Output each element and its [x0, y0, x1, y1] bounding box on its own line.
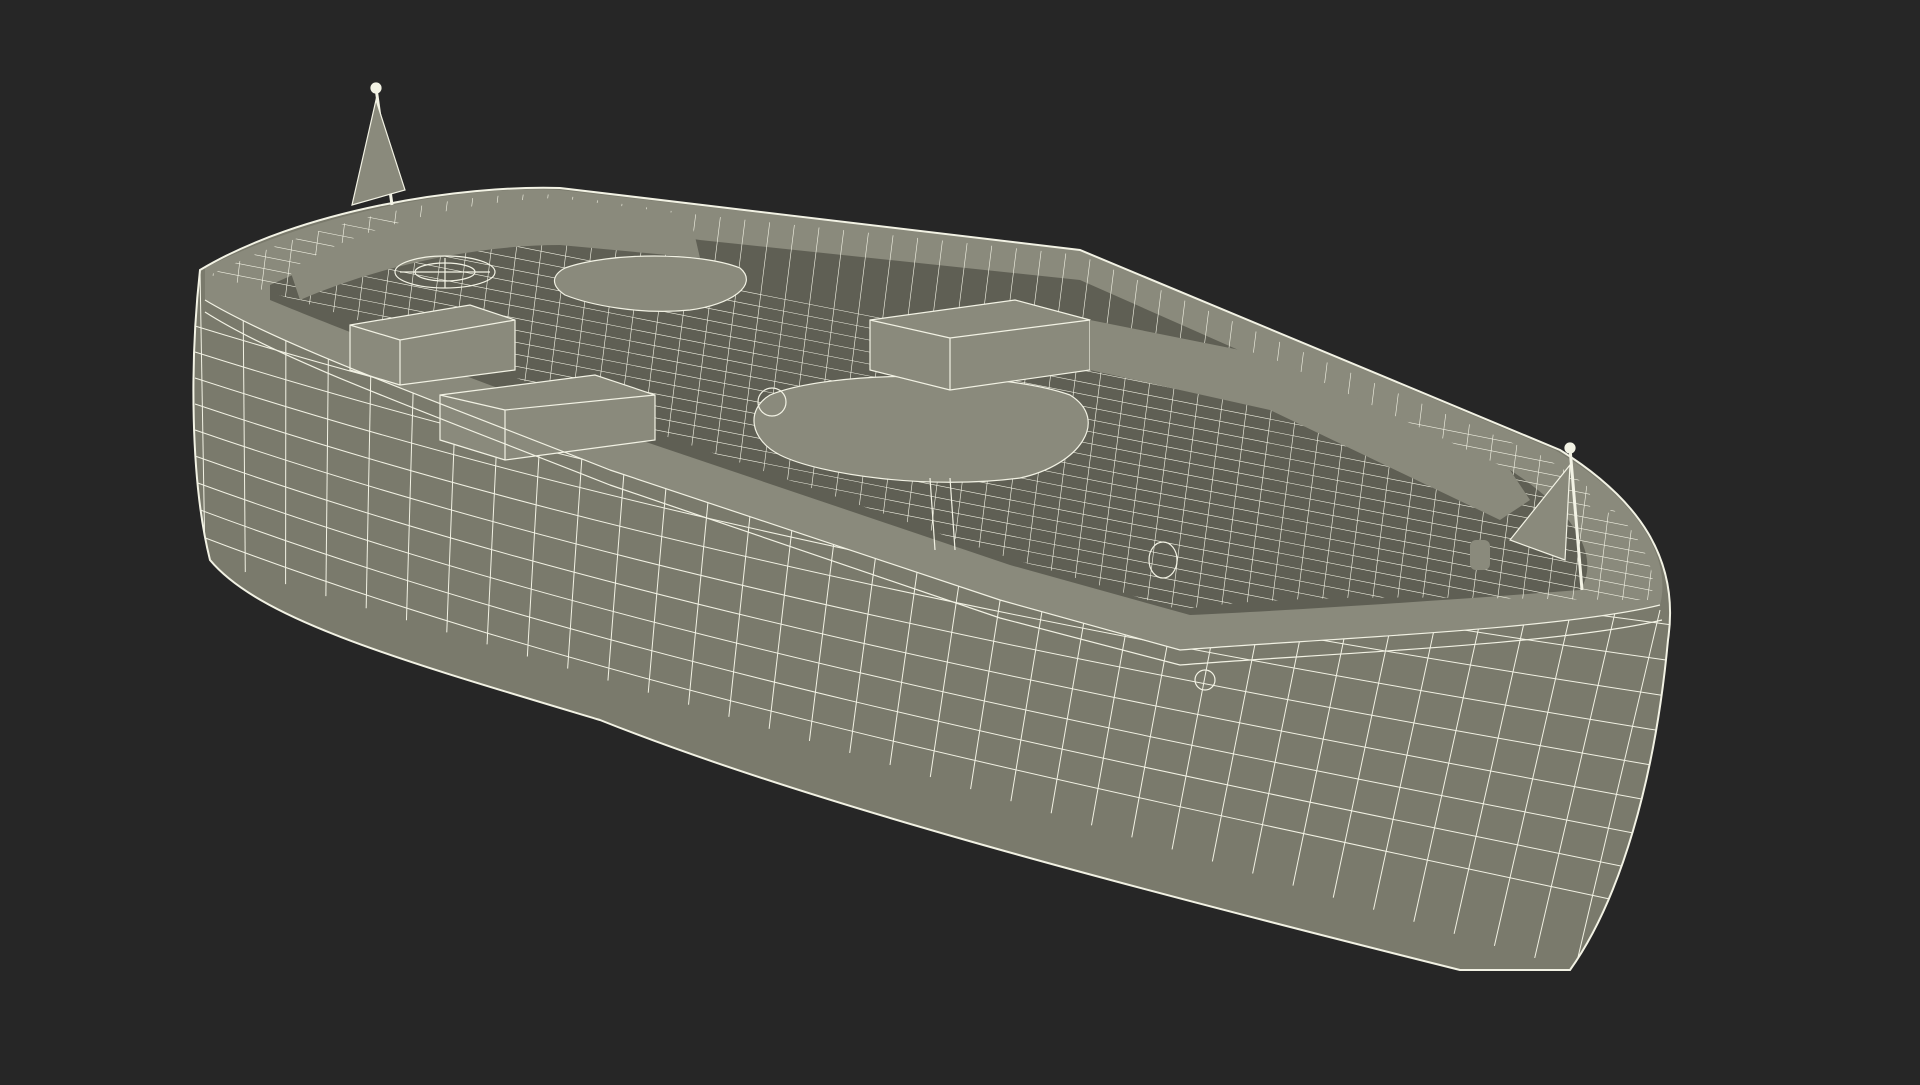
- steering-wheel: [395, 256, 495, 288]
- 3d-viewport[interactable]: [0, 0, 1920, 1080]
- boat-wireframe-render: [0, 0, 1920, 1080]
